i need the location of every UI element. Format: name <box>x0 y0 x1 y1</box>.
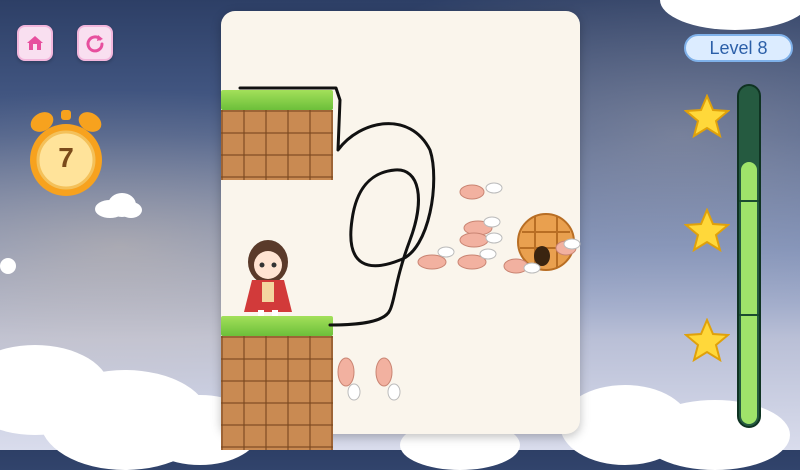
progress-segment-divider <box>739 200 759 202</box>
progress-bar <box>737 84 761 428</box>
anime-girl-character <box>244 240 292 316</box>
level-label: Level 8 <box>709 37 768 58</box>
star-icon <box>684 318 730 362</box>
progress-segment-divider <box>739 314 759 316</box>
star-icon <box>684 208 730 252</box>
level-indicator: Level 8 <box>684 34 793 62</box>
star-icon <box>684 94 730 138</box>
